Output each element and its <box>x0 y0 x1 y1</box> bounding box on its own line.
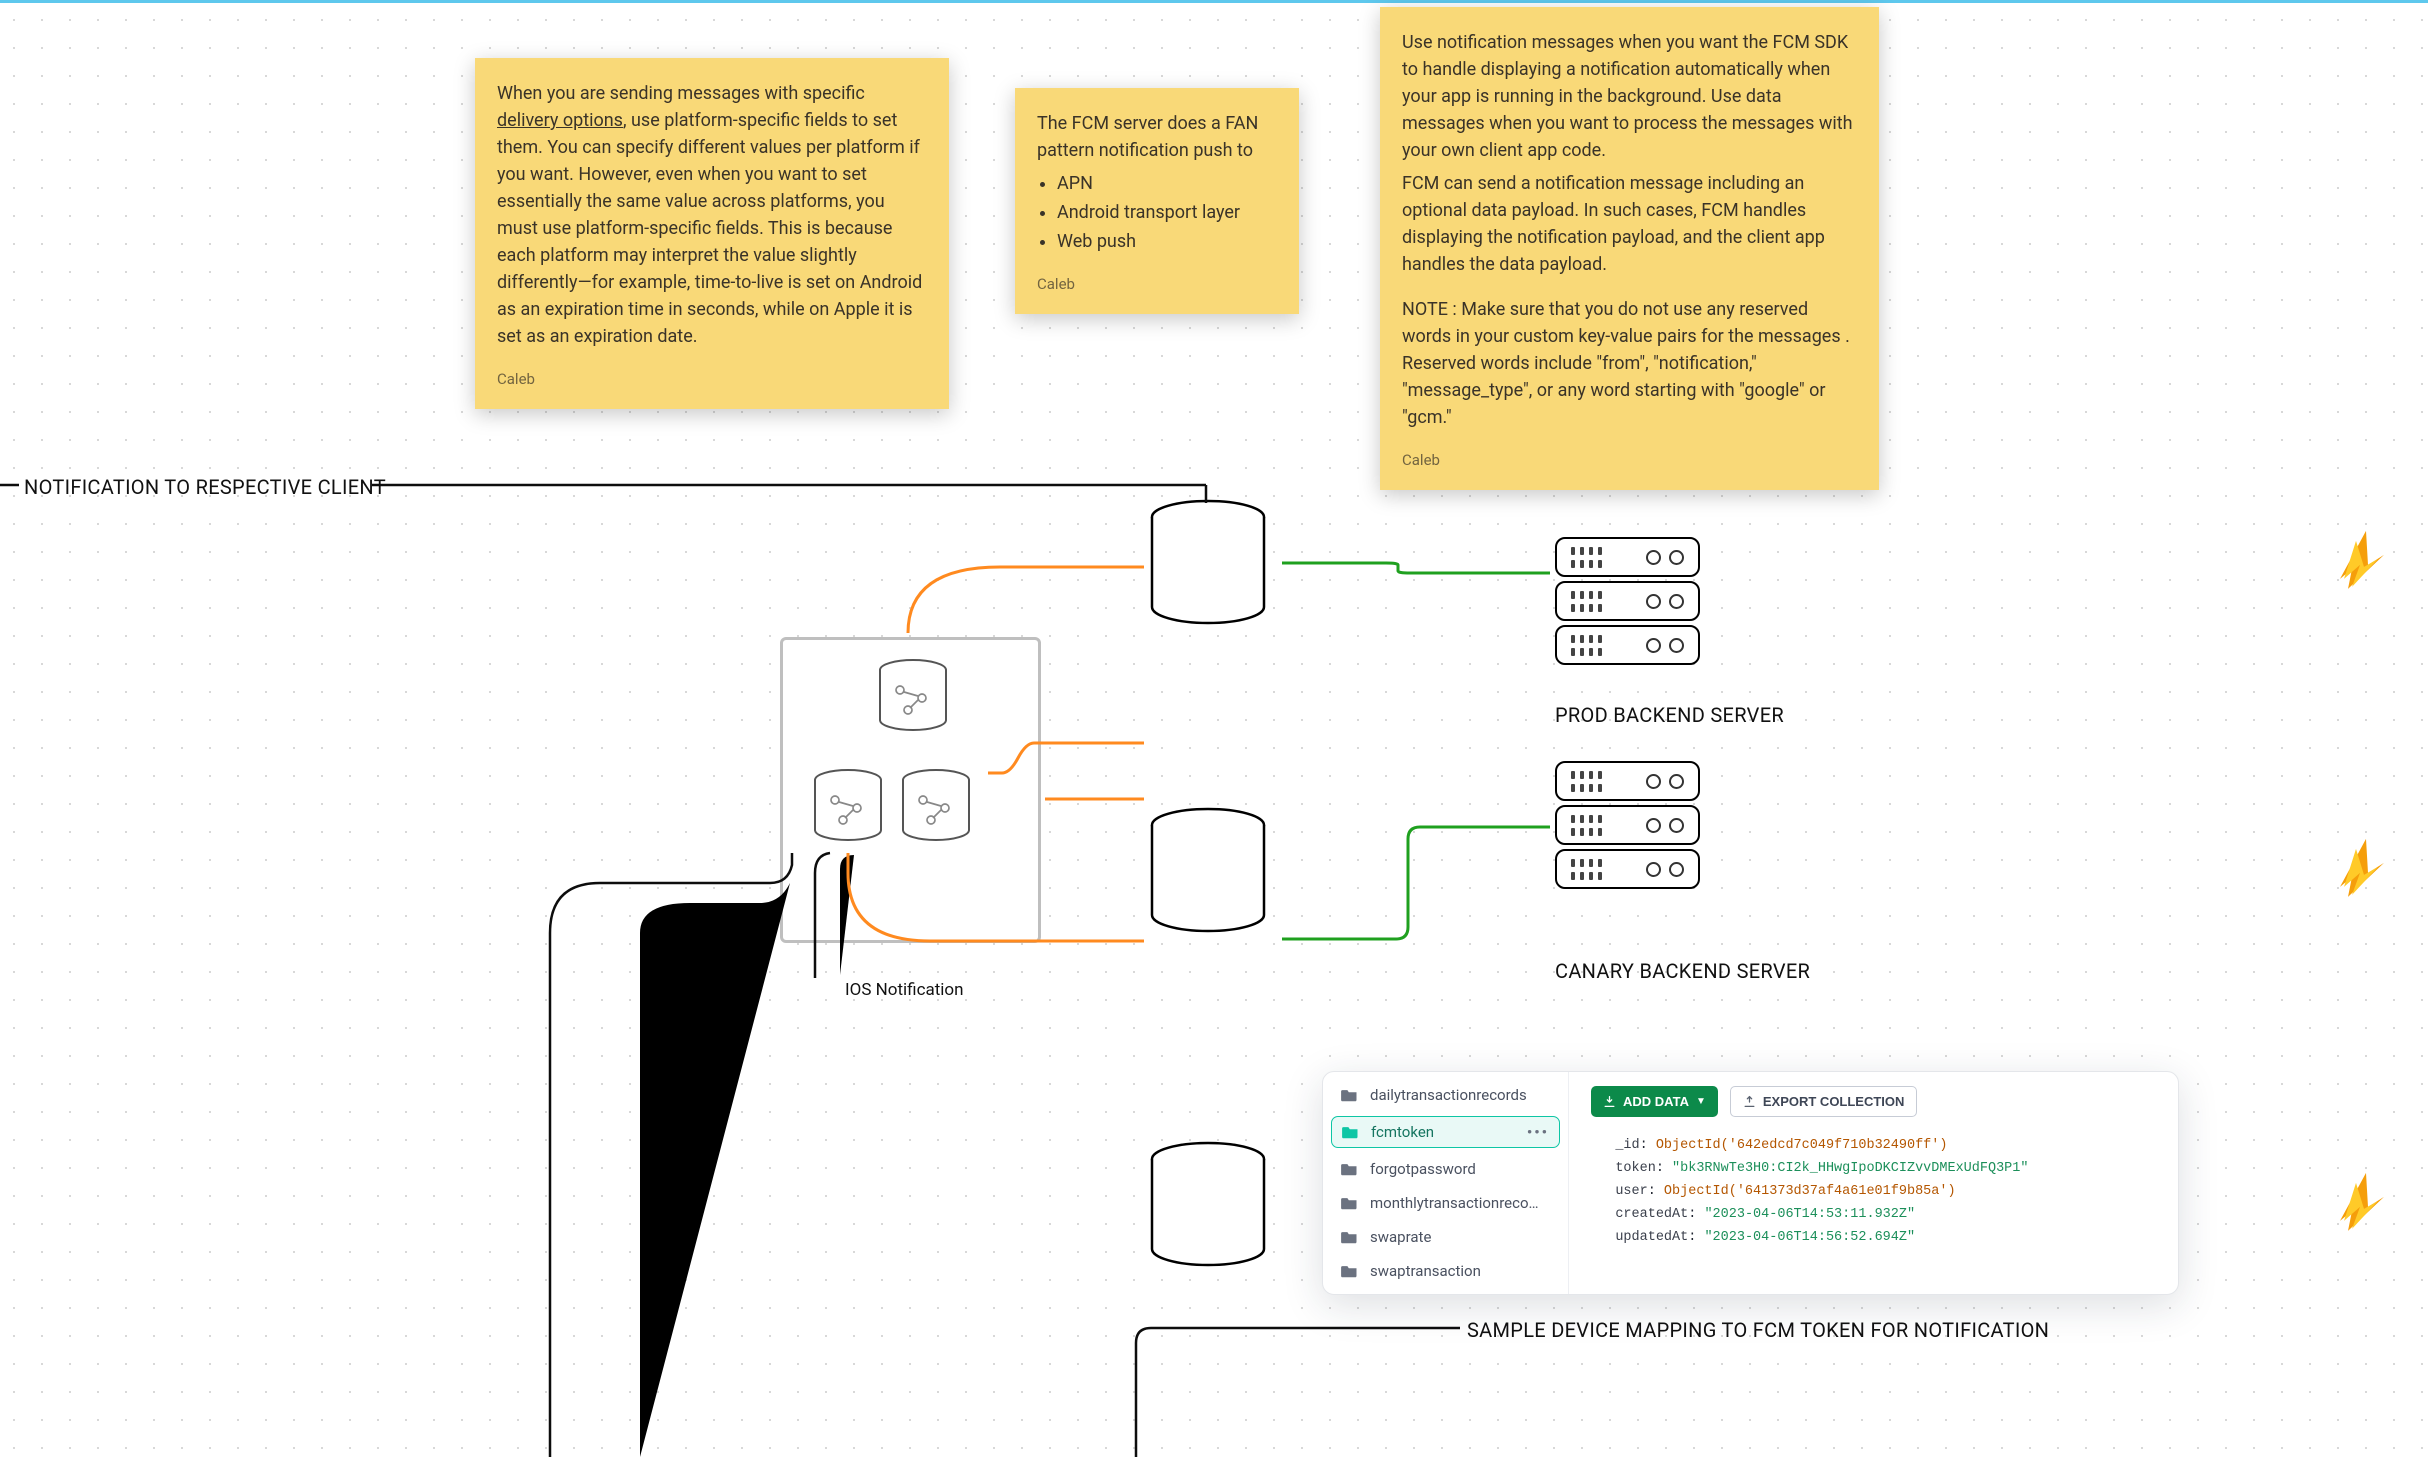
label-prod-server: PROD BACKEND SERVER <box>1555 703 1784 727</box>
document-view: ADD DATA ▼ EXPORT COLLECTION _id: Object… <box>1569 1072 2178 1294</box>
note-list-item: Web push <box>1057 228 1277 255</box>
sticky-note-delivery-options[interactable]: When you are sending messages with speci… <box>475 58 949 409</box>
collection-item[interactable]: dailytransactionrecords <box>1323 1078 1568 1112</box>
collection-item[interactable]: monthlytransactionreco… <box>1323 1186 1568 1220</box>
note-list-item: Android transport layer <box>1057 199 1277 226</box>
button-label: EXPORT COLLECTION <box>1763 1094 1905 1109</box>
note-text: When you are sending messages with speci… <box>497 83 865 104</box>
db-mini-icon <box>901 768 971 846</box>
firebase-db-top <box>1148 499 2428 633</box>
note-author: Caleb <box>497 368 927 391</box>
collection-item[interactable]: swaprate <box>1323 1220 1568 1254</box>
note-author: Caleb <box>1402 449 1857 472</box>
folder-icon <box>1341 1264 1358 1278</box>
more-icon[interactable]: ••• <box>1527 1123 1549 1141</box>
collection-item[interactable]: forgotpassword <box>1323 1152 1568 1186</box>
note-text: , use platform-specific fields to set th… <box>497 110 922 347</box>
folder-icon <box>1341 1162 1358 1176</box>
client-bundle-panel <box>780 637 1041 943</box>
collection-label: monthlytransactionreco… <box>1370 1194 1539 1212</box>
document-json: _id: ObjectId('642edcd7c049f710b32490ff'… <box>1591 1135 2156 1250</box>
folder-icon <box>1341 1230 1358 1244</box>
label-ios-notification: IOS Notification <box>845 980 964 1000</box>
caret-down-icon: ▼ <box>1696 1096 1706 1107</box>
collection-label: fcmtoken <box>1371 1123 1434 1141</box>
note-text: NOTE : Make sure that you do not use any… <box>1402 296 1857 431</box>
collection-label: dailytransactionrecords <box>1370 1086 1527 1104</box>
note-text: Use notification messages when you want … <box>1402 29 1857 164</box>
collection-label: swaprate <box>1370 1228 1431 1246</box>
folder-icon <box>1341 1196 1358 1210</box>
note-list-item: APN <box>1057 170 1277 197</box>
collection-item-selected[interactable]: fcmtoken ••• <box>1331 1116 1560 1148</box>
download-icon <box>1603 1095 1616 1108</box>
label-notification-to-client: NOTIFICATION TO RESPECTIVE CLIENT <box>24 475 386 499</box>
firebase-db-mid <box>1148 807 2428 941</box>
label-sample-mapping: SAMPLE DEVICE MAPPING TO FCM TOKEN FOR N… <box>1467 1318 2049 1342</box>
sticky-note-fcm-usage[interactable]: Use notification messages when you want … <box>1380 7 1879 490</box>
note-link-delivery-options[interactable]: delivery options <box>497 110 623 131</box>
export-collection-button[interactable]: EXPORT COLLECTION <box>1730 1086 1918 1117</box>
collection-label: forgotpassword <box>1370 1160 1476 1178</box>
button-label: ADD DATA <box>1623 1094 1689 1109</box>
folder-icon <box>1342 1125 1359 1139</box>
db-mini-icon <box>878 658 948 736</box>
note-author: Caleb <box>1037 273 1277 296</box>
mongo-panel[interactable]: dailytransactionrecords fcmtoken ••• for… <box>1322 1071 2179 1295</box>
export-icon <box>1743 1095 1756 1108</box>
add-data-button[interactable]: ADD DATA ▼ <box>1591 1086 1718 1117</box>
db-mini-icon <box>813 768 883 846</box>
server-unit <box>1555 761 1700 801</box>
note-text: FCM can send a notification message incl… <box>1402 170 1857 278</box>
collection-list: dailytransactionrecords fcmtoken ••• for… <box>1323 1072 1569 1294</box>
folder-icon <box>1341 1088 1358 1102</box>
collection-label: swaptransaction <box>1370 1262 1481 1280</box>
collection-item[interactable]: swaptransaction <box>1323 1254 1568 1288</box>
label-canary-server: CANARY BACKEND SERVER <box>1555 959 1810 983</box>
note-text: The FCM server does a FAN pattern notifi… <box>1037 110 1277 164</box>
sticky-note-fan-pattern[interactable]: The FCM server does a FAN pattern notifi… <box>1015 88 1299 314</box>
